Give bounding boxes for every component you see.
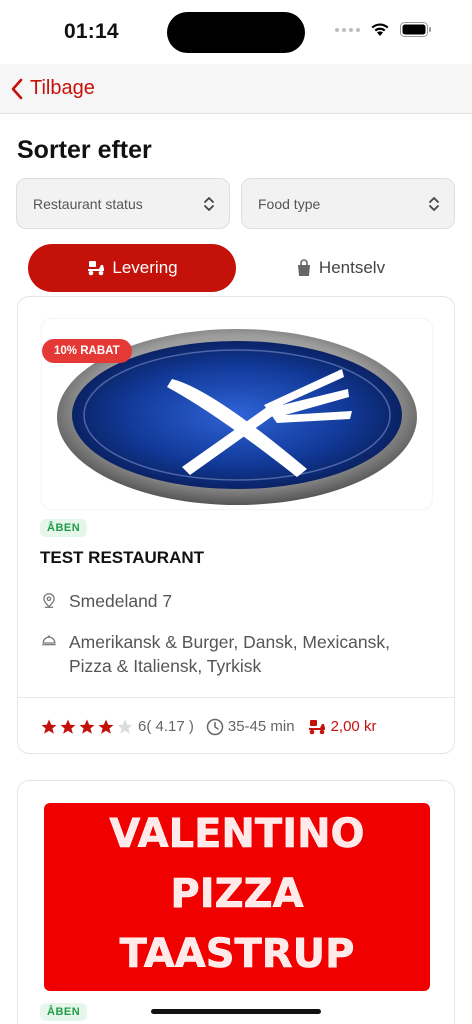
restaurant-card[interactable]: ÅBEN TEST RESTAURANT Smedeland 7 Amerika… [17,296,455,754]
cuisine-text: Amerikansk & Burger, Dansk, Mexicansk, P… [69,632,390,676]
cuisine-row: Amerikansk & Burger, Dansk, Mexicansk, P… [40,630,430,678]
food-type-select[interactable]: Food type [241,178,455,229]
star-icon [98,719,114,734]
tab-hentselv-label: Hentselv [318,258,386,277]
delivery-scooter-icon [308,719,325,734]
tab-levering-label: Levering [112,258,178,277]
address-text: Smedeland 7 [69,591,173,611]
status-badge: ÅBEN [40,1003,88,1021]
status-icons [335,22,432,37]
rating-text: 6( 4.17 ) [138,718,194,735]
chevron-up-down-icon [204,196,214,211]
svg-text:PIZZA: PIZZA [170,871,303,917]
star-icon [79,719,95,734]
food-type-value: Food type [258,195,321,212]
discount-badge: 10% RABAT [42,339,132,363]
star-icon [41,719,57,734]
location-pin-icon [43,593,55,608]
delivery-fee-text: 2,00 kr [330,718,377,735]
address-row: Smedeland 7 [40,589,172,613]
nav-bar: Tilbage [0,64,472,114]
delivery-fee: 2,00 kr [307,718,377,736]
restaurant-logo: VALENTINO PIZZA TAASTRUP [44,803,430,991]
status-bar: 01:14 [0,0,472,64]
card-footer: 6( 4.17 ) 35-45 min 2,00 kr [18,697,454,753]
clock-icon [206,718,224,735]
chevron-up-down-icon [429,196,439,211]
filter-row: Restaurant status Food type [16,178,455,229]
chevron-left-icon [11,78,23,99]
page-title: Sorter efter [17,136,152,164]
shopping-bag-icon [297,259,310,276]
star-icon [60,719,76,734]
tab-levering[interactable]: Levering [28,244,236,292]
delivery-time: 35-45 min [206,718,295,736]
status-badge: ÅBEN [40,519,88,537]
delivery-time-text: 35-45 min [227,718,295,735]
back-label: Tilbage [30,77,95,99]
svg-text:VALENTINO: VALENTINO [109,811,364,857]
back-button[interactable]: Tilbage [10,77,95,100]
order-type-tabs: Levering Hentselv [28,244,444,292]
tab-hentselv[interactable]: Hentselv [236,244,444,292]
status-time: 01:14 [64,20,119,43]
battery-icon [400,22,431,37]
restaurant-name: TEST RESTAURANT [40,548,205,567]
delivery-scooter-icon [88,261,105,276]
restaurant-status-select[interactable]: Restaurant status [16,178,230,229]
restaurant-status-value: Restaurant status [33,195,143,212]
dynamic-island [167,12,305,53]
wifi-icon [371,23,389,36]
home-indicator[interactable] [151,1009,321,1014]
valentino-pizza-logo: VALENTINO PIZZA TAASTRUP [109,811,365,978]
food-cloche-icon [42,635,56,646]
star-empty-icon [117,719,133,734]
restaurant-card[interactable]: VALENTINO PIZZA TAASTRUP ÅBEN [17,780,455,1024]
svg-text:TAASTRUP: TAASTRUP [120,931,355,977]
rating-stars [40,718,134,736]
signal-icon [335,27,360,32]
